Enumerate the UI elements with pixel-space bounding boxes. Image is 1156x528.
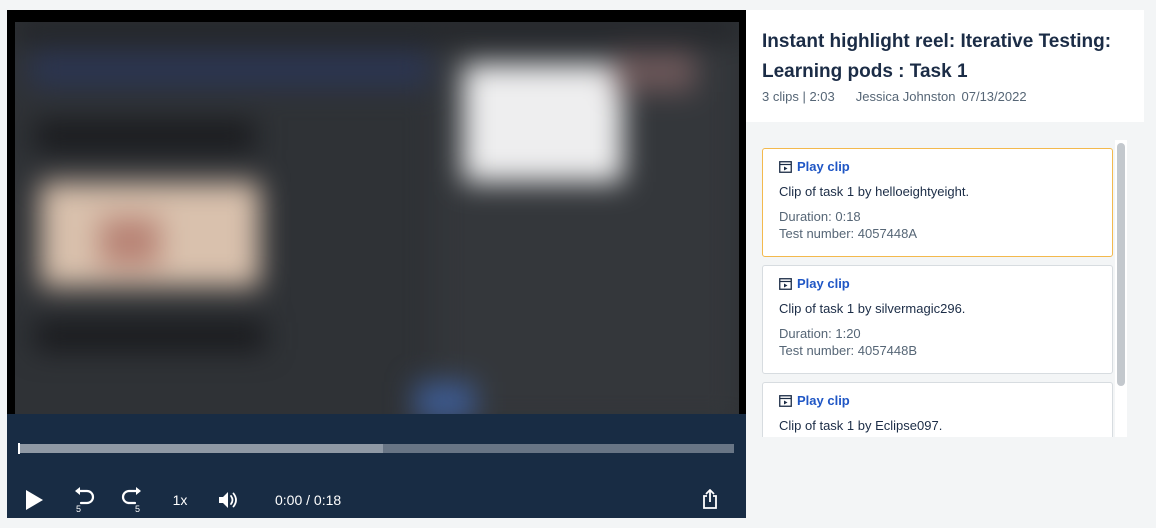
clip-summary: 3 clips | 2:03 — [762, 89, 835, 104]
svg-text:5: 5 — [76, 504, 81, 513]
reel-meta: 3 clips | 2:03 Jessica Johnston 07/13/2022 — [762, 89, 1027, 104]
share-icon — [703, 489, 717, 509]
clip-meta: Duration: 1:20 Test number: 4057448B — [779, 325, 917, 359]
video-player: 5 5 1x 0:00 / 0:18 — [7, 10, 746, 518]
playback-speed-button[interactable]: 1x — [167, 487, 193, 513]
play-clip-button[interactable]: Play clip — [779, 276, 850, 291]
clip-card[interactable]: Play clip Clip of task 1 by silvermagic2… — [762, 265, 1113, 374]
clip-card[interactable]: Play clip Clip of task 1 by Eclipse097. — [762, 382, 1113, 437]
volume-icon — [219, 492, 237, 508]
play-clip-button[interactable]: Play clip — [779, 393, 850, 408]
reel-info-panel: Instant highlight reel: Iterative Testin… — [746, 10, 1144, 122]
clip-test-number: Test number: 4057448A — [779, 226, 918, 241]
video-clip-icon — [779, 394, 792, 407]
play-button[interactable] — [23, 486, 45, 514]
rewind-5-icon: 5 — [75, 487, 95, 513]
reel-title: Instant highlight reel: Iterative Testin… — [762, 31, 1112, 82]
forward-5-icon: 5 — [121, 487, 141, 513]
share-button[interactable] — [699, 485, 721, 513]
clip-test-number: Test number: 4057448B — [779, 343, 918, 358]
clip-description: Clip of task 1 by helloeightyeight. — [779, 184, 970, 199]
reel-date: 07/13/2022 — [961, 89, 1027, 104]
video-frame[interactable] — [15, 22, 739, 425]
play-icon — [26, 490, 43, 510]
video-clip-icon — [779, 160, 792, 173]
progress-playhead[interactable] — [18, 443, 20, 454]
blurred-video-content — [15, 22, 739, 425]
progress-buffered — [18, 444, 384, 453]
play-clip-label: Play clip — [797, 159, 850, 174]
play-clip-label: Play clip — [797, 393, 850, 408]
forward-5-button[interactable]: 5 — [119, 486, 145, 514]
rewind-5-button[interactable]: 5 — [71, 486, 97, 514]
svg-text:5: 5 — [135, 504, 140, 513]
clip-description: Clip of task 1 by Eclipse097. — [779, 418, 943, 433]
clip-description: Clip of task 1 by silvermagic296. — [779, 301, 966, 316]
clip-list: Play clip Clip of task 1 by helloeightye… — [746, 138, 1128, 437]
video-clip-icon — [779, 277, 792, 290]
progress-bar[interactable] — [18, 443, 734, 454]
clip-list-scroll-thumb[interactable] — [1117, 143, 1125, 386]
play-clip-label: Play clip — [797, 276, 850, 291]
player-controls: 5 5 1x 0:00 / 0:18 — [7, 414, 746, 518]
volume-button[interactable] — [216, 487, 240, 513]
reel-author: Jessica Johnston — [855, 89, 956, 104]
play-clip-button[interactable]: Play clip — [779, 159, 850, 174]
time-display: 0:00 / 0:18 — [275, 492, 342, 508]
clip-duration: Duration: 1:20 — [779, 326, 861, 341]
clip-duration: Duration: 0:18 — [779, 209, 861, 224]
clip-meta: Duration: 0:18 Test number: 4057448A — [779, 208, 917, 242]
clip-card[interactable]: Play clip Clip of task 1 by helloeightye… — [762, 148, 1113, 257]
